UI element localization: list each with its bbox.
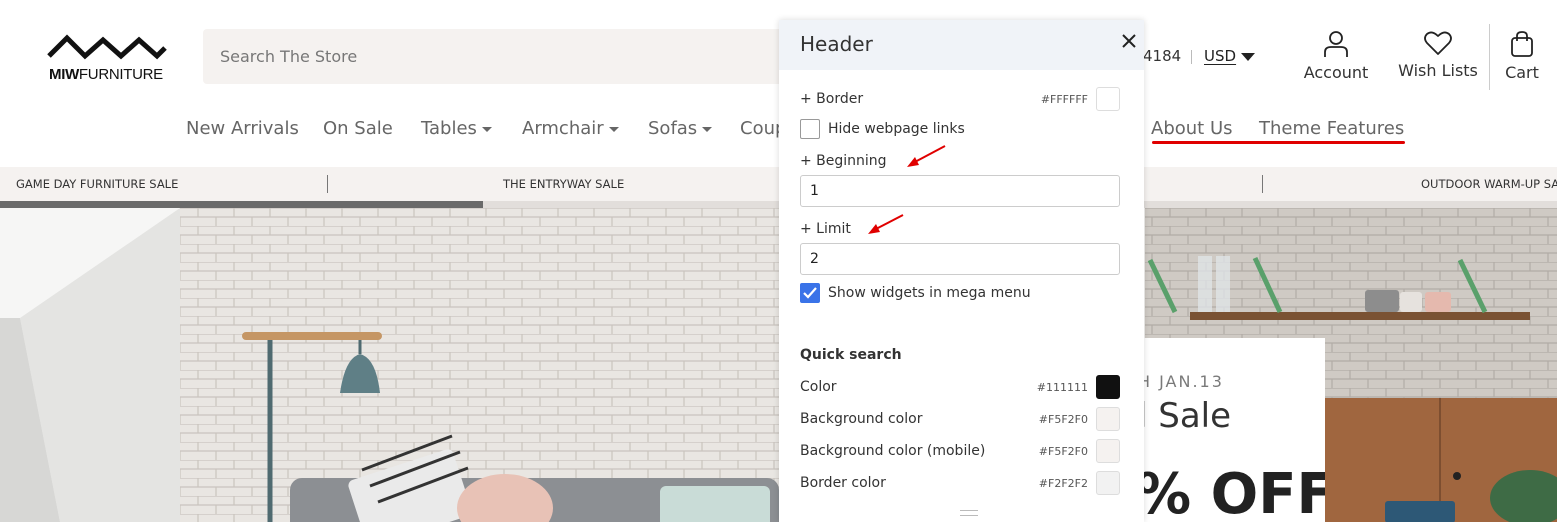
border-hex: #FFFFFF [1040, 93, 1088, 106]
slider-progress-thumb[interactable] [0, 201, 483, 208]
wishlist-button[interactable]: Wish Lists [1397, 30, 1479, 80]
border-label: + Border [800, 91, 864, 107]
wishlist-label: Wish Lists [1398, 61, 1478, 80]
cart-bag-icon [1511, 31, 1533, 57]
qs-border-color-hex: #F2F2F2 [1038, 477, 1088, 490]
chevron-down-icon [608, 126, 619, 132]
account-button[interactable]: Account [1300, 30, 1372, 82]
qs-color-label: Color [800, 379, 837, 395]
currency-selector[interactable]: USD [1204, 47, 1236, 65]
border-color-swatch[interactable] [1096, 87, 1120, 111]
cart-button[interactable]: Cart [1500, 30, 1544, 82]
nav-label: New Arrivals [186, 118, 299, 139]
qs-bg-mobile-label: Background color (mobile) [800, 443, 986, 459]
qs-border-color-swatch[interactable] [1096, 471, 1120, 495]
beginning-input[interactable] [800, 175, 1120, 207]
account-label: Account [1303, 63, 1369, 82]
hide-links-checkbox[interactable] [800, 119, 820, 139]
promo-item[interactable]: THE ENTRYWAY SALE [503, 177, 624, 191]
sale-date-text: H JAN.13 [1138, 372, 1224, 391]
promo-item[interactable]: GAME DAY FURNITURE SALE [16, 177, 178, 191]
store-logo[interactable]: MIWFURNITURE [47, 32, 167, 84]
hide-links-label: Hide webpage links [828, 121, 965, 137]
nav-label: Tables [421, 118, 477, 139]
show-widgets-label: Show widgets in mega menu [828, 285, 1031, 301]
nav-armchair[interactable]: Armchair [522, 118, 619, 139]
search-input[interactable] [220, 29, 780, 84]
promo-item[interactable]: OUTDOOR WARM-UP SA [1421, 177, 1557, 191]
annotation-arrow-icon [907, 145, 946, 167]
heart-icon [1424, 31, 1452, 55]
show-widgets-checkbox[interactable] [800, 283, 820, 303]
qs-color-swatch[interactable] [1096, 375, 1120, 399]
sale-card[interactable]: H JAN.13 l Sale % OFF [1120, 338, 1325, 522]
nav-label: Armchair [522, 118, 604, 139]
limit-label: + Limit [800, 221, 851, 237]
qs-bg-mobile-hex: #F5F2F0 [1038, 445, 1088, 458]
logo-brand-bold: MIW [49, 66, 79, 83]
quick-search-heading: Quick search [800, 347, 902, 363]
header-settings-panel: Header + Border #FFFFFF Hide webpage lin… [779, 20, 1144, 522]
cart-label: Cart [1505, 63, 1539, 82]
search-box [203, 29, 803, 84]
chevron-down-icon [481, 126, 492, 132]
panel-header: Header [779, 20, 1144, 70]
annotation-underline [1152, 141, 1405, 144]
qs-bg-color-label: Background color [800, 411, 923, 427]
nav-label: Theme Features [1259, 118, 1405, 139]
nav-theme-features[interactable]: Theme Features [1259, 118, 1404, 139]
user-icon [1324, 31, 1348, 57]
header-divider [1191, 50, 1192, 64]
nav-label: Sofas [648, 118, 698, 139]
cart-divider [1489, 24, 1490, 90]
promo-divider [1262, 175, 1263, 193]
nav-label: On Sale [323, 118, 393, 139]
beginning-label: + Beginning [800, 153, 887, 169]
qs-bg-color-hex: #F5F2F0 [1038, 413, 1088, 426]
logo-brand-light: FURNITURE [78, 66, 163, 83]
nav-label: About Us [1151, 118, 1233, 139]
promo-divider [327, 175, 328, 193]
phone-number[interactable]: 4184 [1143, 47, 1181, 65]
nav-on-sale[interactable]: On Sale [323, 118, 393, 139]
close-icon[interactable] [1119, 31, 1139, 51]
nav-about-us[interactable]: About Us [1151, 118, 1233, 139]
sale-title-text: l Sale [1138, 396, 1232, 436]
drag-handle-icon[interactable] [960, 510, 978, 516]
panel-title: Header [800, 32, 873, 56]
currency-caret-icon[interactable] [1241, 53, 1255, 61]
chevron-down-icon [702, 126, 713, 132]
qs-color-hex: #111111 [1036, 381, 1088, 394]
checkmark-icon [803, 287, 817, 299]
annotation-arrow-icon [868, 214, 904, 234]
nav-sofas[interactable]: Sofas [648, 118, 713, 139]
qs-border-color-label: Border color [800, 475, 886, 491]
logo-text: MIWFURNITURE [49, 66, 163, 83]
qs-bg-color-swatch[interactable] [1096, 407, 1120, 431]
qs-bg-mobile-swatch[interactable] [1096, 439, 1120, 463]
nav-tables[interactable]: Tables [421, 118, 492, 139]
logo-zigzag-icon [47, 34, 167, 60]
limit-input[interactable] [800, 243, 1120, 275]
sale-discount-text: % OFF [1135, 462, 1325, 522]
nav-new-arrivals[interactable]: New Arrivals [186, 118, 299, 139]
